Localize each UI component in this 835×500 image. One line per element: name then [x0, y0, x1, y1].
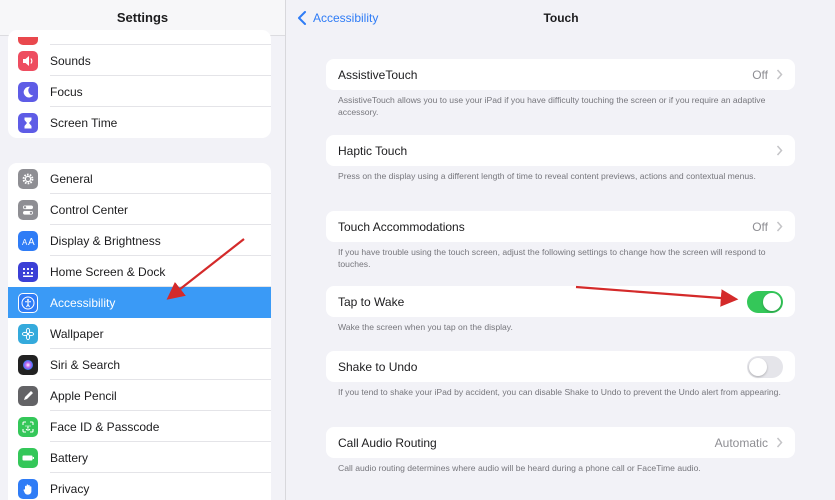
sidebar-item-label: General: [50, 171, 93, 186]
text-size-icon: AA: [18, 230, 38, 251]
shake-to-undo-toggle[interactable]: [747, 355, 783, 378]
sidebar-item-label: Control Center: [50, 202, 129, 217]
battery-icon: [18, 447, 38, 468]
back-label: Accessibility: [313, 11, 379, 25]
haptic-touch-label: Haptic Touch: [338, 143, 408, 158]
sidebar-item-screen-time[interactable]: Screen Time: [8, 107, 271, 138]
chevron-right-icon: [776, 437, 783, 448]
chevron-right-icon: [776, 221, 783, 232]
call-audio-routing-row[interactable]: Call Audio Routing Automatic: [326, 427, 795, 458]
call-audio-routing-value: Automatic: [714, 435, 768, 450]
touch-accommodations-description: If you have trouble using the touch scre…: [338, 247, 766, 269]
chevron-right-icon: [776, 69, 783, 80]
sidebar-item-label: Focus: [50, 84, 83, 99]
nav-bar: Accessibility Touch: [287, 0, 835, 36]
sidebar-item-label: Privacy: [50, 481, 90, 496]
accessibility-icon: [18, 292, 38, 313]
shake-to-undo-description: If you tend to shake your iPad by accide…: [338, 387, 781, 397]
chevron-left-icon: [298, 11, 306, 25]
sidebar-item-label: Wallpaper: [50, 326, 104, 341]
face-id-icon: [18, 416, 38, 437]
sidebar-item-display-brightness[interactable]: AA Display & Brightness: [8, 225, 271, 256]
sidebar-item-apple-pencil[interactable]: Apple Pencil: [8, 380, 271, 411]
call-audio-routing-label: Call Audio Routing: [338, 435, 437, 450]
tap-to-wake-row: Tap to Wake: [326, 286, 795, 317]
pencil-icon: [18, 385, 38, 406]
sidebar-item-partial[interactable]: [8, 30, 271, 45]
shake-to-undo-row: Shake to Undo: [326, 351, 795, 382]
page-title: Touch: [543, 11, 579, 25]
assistive-touch-row[interactable]: AssistiveTouch Off: [326, 59, 795, 90]
toggles-icon: [18, 199, 38, 220]
moon-icon: [18, 81, 38, 102]
sidebar-item-siri-search[interactable]: Siri & Search: [8, 349, 271, 380]
assistive-touch-value: Off: [752, 67, 768, 82]
sidebar-item-wallpaper[interactable]: Wallpaper: [8, 318, 271, 349]
touch-accommodations-row[interactable]: Touch Accommodations Off: [326, 211, 795, 242]
assistive-touch-description: AssistiveTouch allows you to use your iP…: [338, 95, 766, 117]
tap-to-wake-toggle[interactable]: [747, 290, 783, 313]
tap-to-wake-description: Wake the screen when you tap on the disp…: [338, 322, 513, 332]
call-audio-routing-description: Call audio routing determines where audi…: [338, 463, 701, 473]
hand-icon: [18, 478, 38, 499]
sidebar-group-sound: Sounds Focus Screen Time: [8, 30, 271, 138]
sidebar-item-privacy[interactable]: Privacy: [8, 473, 271, 500]
assistive-touch-label: AssistiveTouch: [338, 67, 418, 82]
sidebar-item-label: Siri & Search: [50, 357, 121, 372]
sidebar-item-label: Display & Brightness: [50, 233, 161, 248]
sidebar-group-general: General Control Center AA Display & Brig…: [8, 163, 271, 500]
main-panel: Accessibility Touch AssistiveTouch Off A…: [287, 0, 835, 500]
sidebar-item-label: Apple Pencil: [50, 388, 117, 403]
notifications-icon: [18, 37, 38, 45]
chevron-right-icon: [776, 145, 783, 156]
sidebar-item-label: Accessibility: [50, 295, 116, 310]
sidebar-item-control-center[interactable]: Control Center: [8, 194, 271, 225]
sidebar-item-face-id-passcode[interactable]: Face ID & Passcode: [8, 411, 271, 442]
sidebar-item-label: Screen Time: [50, 115, 118, 130]
gear-icon: [18, 168, 38, 189]
sidebar-item-label: Sounds: [50, 53, 91, 68]
sidebar: Settings Sounds Focus Screen Time Genera…: [0, 0, 286, 500]
back-button[interactable]: Accessibility: [297, 0, 378, 36]
grid-icon: [18, 261, 38, 282]
siri-icon: [18, 354, 38, 375]
sidebar-item-focus[interactable]: Focus: [8, 76, 271, 107]
tap-to-wake-label: Tap to Wake: [338, 294, 405, 309]
sidebar-item-label: Face ID & Passcode: [50, 419, 160, 434]
sidebar-item-label: Home Screen & Dock: [50, 264, 166, 279]
sidebar-item-general[interactable]: General: [8, 163, 271, 194]
sidebar-item-battery[interactable]: Battery: [8, 442, 271, 473]
touch-accommodations-label: Touch Accommodations: [338, 219, 465, 234]
speaker-icon: [18, 50, 38, 71]
shake-to-undo-label: Shake to Undo: [338, 359, 418, 374]
flower-icon: [18, 323, 38, 344]
sidebar-item-home-screen-dock[interactable]: Home Screen & Dock: [8, 256, 271, 287]
touch-accommodations-value: Off: [752, 219, 768, 234]
sidebar-item-label: Battery: [50, 450, 89, 465]
haptic-touch-row[interactable]: Haptic Touch: [326, 135, 795, 166]
haptic-touch-description: Press on the display using a different l…: [338, 171, 756, 181]
sidebar-item-accessibility[interactable]: Accessibility: [8, 287, 271, 318]
svg-text:A: A: [28, 237, 35, 248]
hourglass-icon: [18, 112, 38, 133]
sidebar-item-sounds[interactable]: Sounds: [8, 45, 271, 76]
